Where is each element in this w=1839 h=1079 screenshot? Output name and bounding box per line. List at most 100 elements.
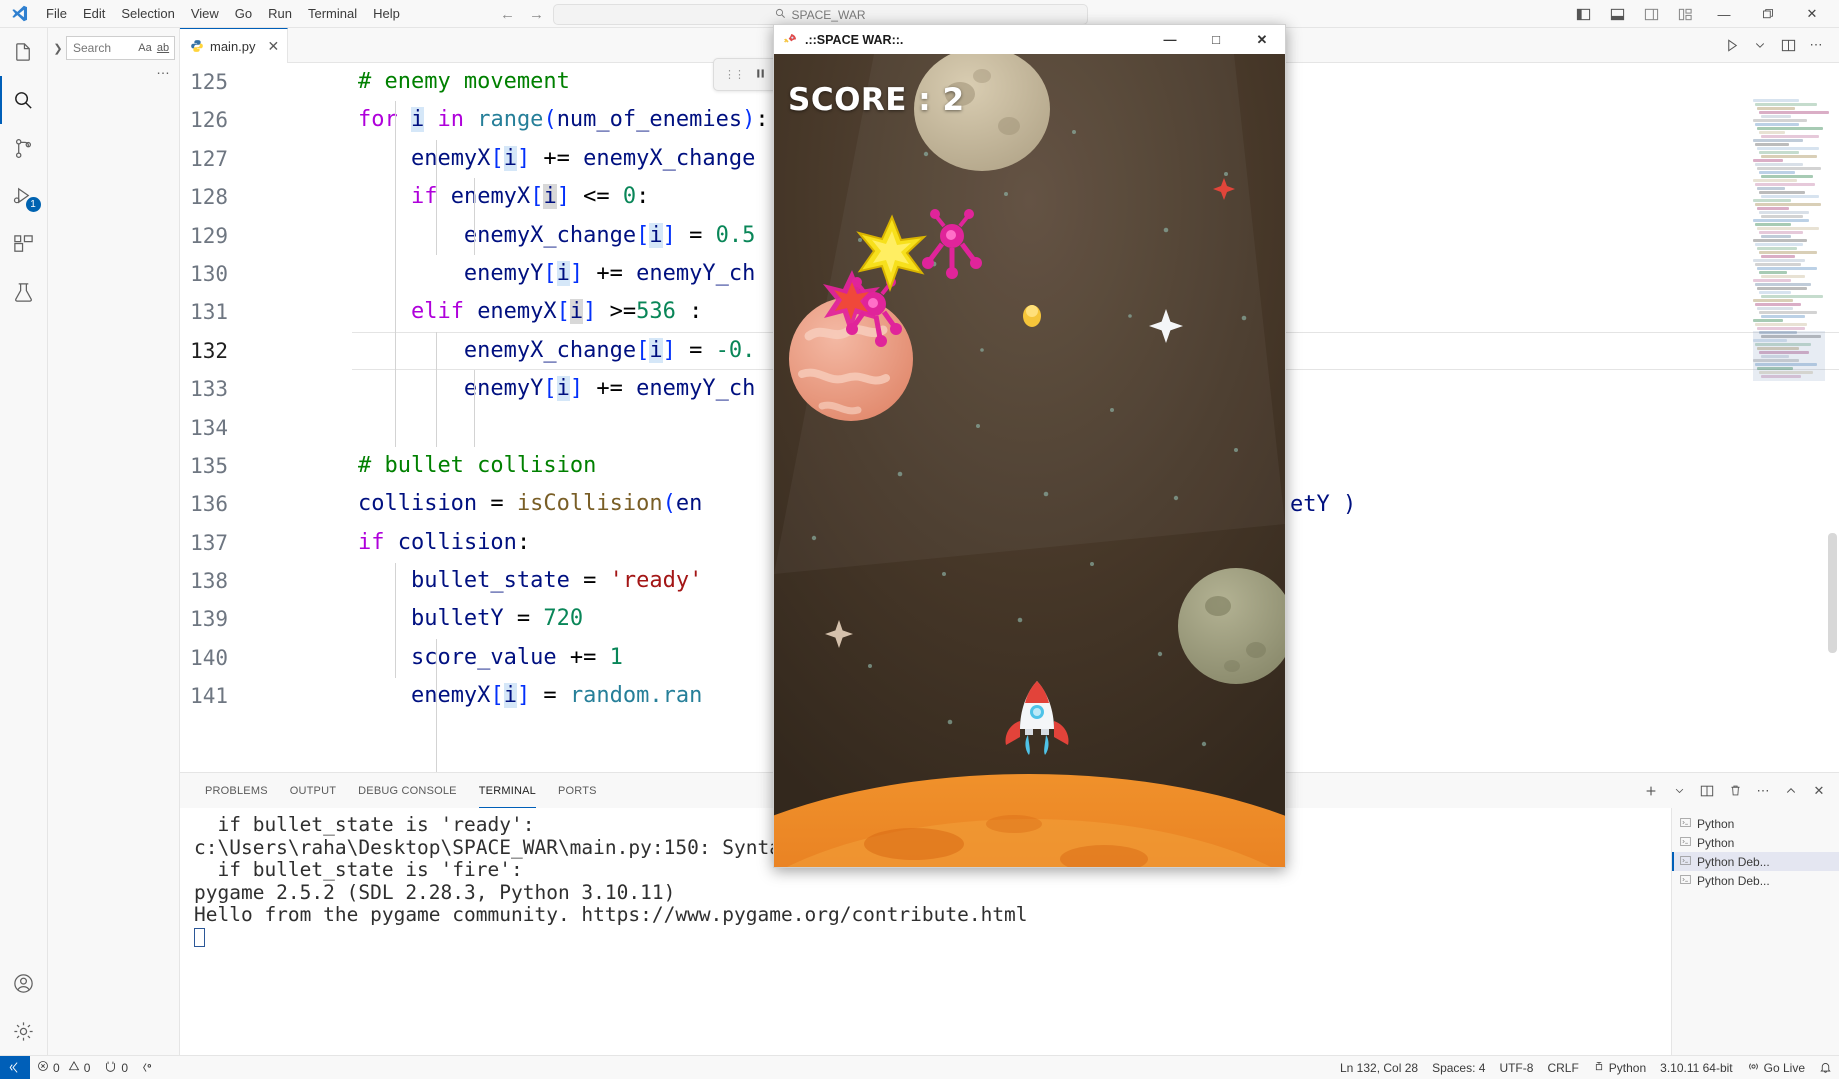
match-case-icon[interactable]: Aa <box>136 42 154 54</box>
tab-ports[interactable]: PORTS <box>547 773 608 808</box>
pause-icon[interactable] <box>754 67 767 83</box>
sidebar-item-source-control[interactable] <box>0 124 48 172</box>
minimap-line <box>1755 123 1799 126</box>
score-label: SCORE : 2 <box>788 82 965 118</box>
arrow-left-icon[interactable]: ← <box>500 6 515 23</box>
chevron-down-icon[interactable] <box>1747 28 1773 63</box>
window-close-button[interactable]: ✕ <box>1791 0 1833 28</box>
menu-help[interactable]: Help <box>365 3 408 24</box>
status-interpreter[interactable]: 3.10.11 64-bit <box>1653 1056 1740 1079</box>
run-python-file-icon[interactable] <box>1719 28 1745 63</box>
command-center-search[interactable]: SPACE_WAR <box>553 4 1088 25</box>
sidebar-item-extensions[interactable] <box>0 220 48 268</box>
window-maximize-button[interactable] <box>1747 0 1789 28</box>
terminal-line: Hello from the pygame community. https:/… <box>194 903 1028 927</box>
window-minimize-button[interactable]: — <box>1703 0 1745 28</box>
line-number: 131 <box>190 300 228 325</box>
accounts-button[interactable] <box>0 959 48 1007</box>
close-icon[interactable]: ✕ <box>268 39 280 53</box>
status-encoding[interactable]: UTF-8 <box>1492 1056 1540 1079</box>
status-indentation[interactable]: Spaces: 4 <box>1425 1056 1492 1079</box>
tab-problems[interactable]: PROBLEMS <box>194 773 279 808</box>
toggle-primary-sidebar-icon[interactable] <box>1567 0 1599 28</box>
indent-guide <box>395 101 396 447</box>
ports-icon <box>104 1060 117 1076</box>
menu-terminal[interactable]: Terminal <box>300 3 365 24</box>
minimap-line <box>1755 103 1817 106</box>
split-terminal-icon[interactable] <box>1695 777 1719 805</box>
menu-go[interactable]: Go <box>227 3 260 24</box>
status-editorconfig[interactable] <box>135 1056 162 1079</box>
menu-run[interactable]: Run <box>260 3 300 24</box>
line-number: 135 <box>190 453 228 478</box>
close-panel-icon[interactable]: ✕ <box>1807 777 1831 805</box>
menu-view[interactable]: View <box>183 3 227 24</box>
debug-badge: 1 <box>25 197 41 212</box>
more-actions-icon[interactable]: ⋯ <box>1803 28 1829 63</box>
more-actions-icon[interactable]: ⋯ <box>1751 777 1775 805</box>
minimap-line <box>1759 211 1809 214</box>
minimap-line <box>1761 115 1791 118</box>
terminal-list-item[interactable]: Python <box>1672 833 1839 852</box>
toggle-panel-icon[interactable] <box>1601 0 1633 28</box>
sidebar-item-run-and-debug[interactable]: 1 <box>0 172 48 220</box>
maximize-panel-icon[interactable] <box>1779 777 1803 805</box>
minimap-line <box>1753 119 1807 122</box>
trash-icon[interactable] <box>1723 777 1747 805</box>
new-terminal-icon[interactable] <box>1639 777 1663 805</box>
line-number: 140 <box>190 645 228 670</box>
status-ports[interactable]: 0 <box>97 1056 135 1079</box>
tab-terminal[interactable]: TERMINAL <box>468 773 547 808</box>
tab-output[interactable]: OUTPUT <box>279 773 347 808</box>
terminal-list-label: Python Deb... <box>1697 873 1770 888</box>
game-canvas[interactable]: SCORE : 2 <box>774 54 1285 867</box>
editor-vertical-scrollbar[interactable] <box>1828 533 1837 653</box>
bullet <box>1023 305 1041 327</box>
game-window-titlebar[interactable]: .::SPACE WAR::. — □ ✕ <box>774 25 1285 54</box>
game-minimize-button[interactable]: — <box>1147 25 1193 54</box>
status-notifications[interactable] <box>1812 1056 1839 1079</box>
menu-edit[interactable]: Edit <box>75 3 113 24</box>
drag-handle-icon[interactable]: ⋮⋮ <box>724 68 745 81</box>
game-close-button[interactable]: ✕ <box>1239 25 1285 54</box>
sidebar-item-testing[interactable] <box>0 268 48 316</box>
customize-layout-icon[interactable] <box>1669 0 1701 28</box>
chevron-down-icon[interactable] <box>1667 777 1691 805</box>
sidebar-item-explorer[interactable] <box>0 28 48 76</box>
status-eol[interactable]: CRLF <box>1540 1056 1585 1079</box>
tab-main-py[interactable]: main.py ✕ <box>180 28 289 63</box>
whole-word-icon[interactable]: ab <box>154 42 172 54</box>
status-bar: 0 0 0 Ln 132, Col 28 Spaces: 4 UTF-8 CRL… <box>0 1055 1839 1079</box>
minimap-line <box>1759 271 1787 274</box>
indent-guide <box>474 370 475 447</box>
game-window[interactable]: .::SPACE WAR::. — □ ✕ SCORE: 2 <box>773 24 1286 868</box>
search-more-actions[interactable]: … <box>48 60 179 77</box>
minimap-slider[interactable] <box>1753 331 1825 381</box>
line-number: 130 <box>190 261 228 286</box>
split-editor-icon[interactable] <box>1775 28 1801 63</box>
menu-selection[interactable]: Selection <box>113 3 182 24</box>
chevron-right-icon[interactable]: ❯ <box>50 36 66 60</box>
status-go-live[interactable]: Go Live <box>1740 1056 1812 1079</box>
tab-debug-console[interactable]: DEBUG CONSOLE <box>347 773 468 808</box>
arrow-right-icon[interactable]: → <box>529 6 544 23</box>
sidebar-item-search[interactable] <box>0 76 48 124</box>
terminal-list-item[interactable]: Python Deb... <box>1672 852 1839 871</box>
line-number: 136 <box>190 492 228 517</box>
bell-icon <box>1820 1063 1831 1073</box>
search-input[interactable]: Search Aa ab <box>66 36 175 60</box>
menu-file[interactable]: File <box>38 3 75 24</box>
terminal-list-item[interactable]: Python <box>1672 814 1839 833</box>
status-problems[interactable]: 0 0 <box>30 1056 97 1079</box>
terminal-list-item[interactable]: Python Deb... <box>1672 871 1839 890</box>
minimap-line <box>1761 195 1819 198</box>
minimap-line <box>1757 167 1821 170</box>
game-maximize-button[interactable]: □ <box>1193 25 1239 54</box>
minimap-line <box>1753 299 1793 302</box>
minimap-line <box>1753 239 1807 242</box>
toggle-secondary-sidebar-icon[interactable] <box>1635 0 1667 28</box>
status-cursor-position[interactable]: Ln 132, Col 28 <box>1333 1056 1425 1079</box>
manage-settings-button[interactable] <box>0 1007 48 1055</box>
remote-window-icon[interactable] <box>0 1055 30 1079</box>
status-language-mode[interactable]: Python <box>1586 1056 1653 1079</box>
